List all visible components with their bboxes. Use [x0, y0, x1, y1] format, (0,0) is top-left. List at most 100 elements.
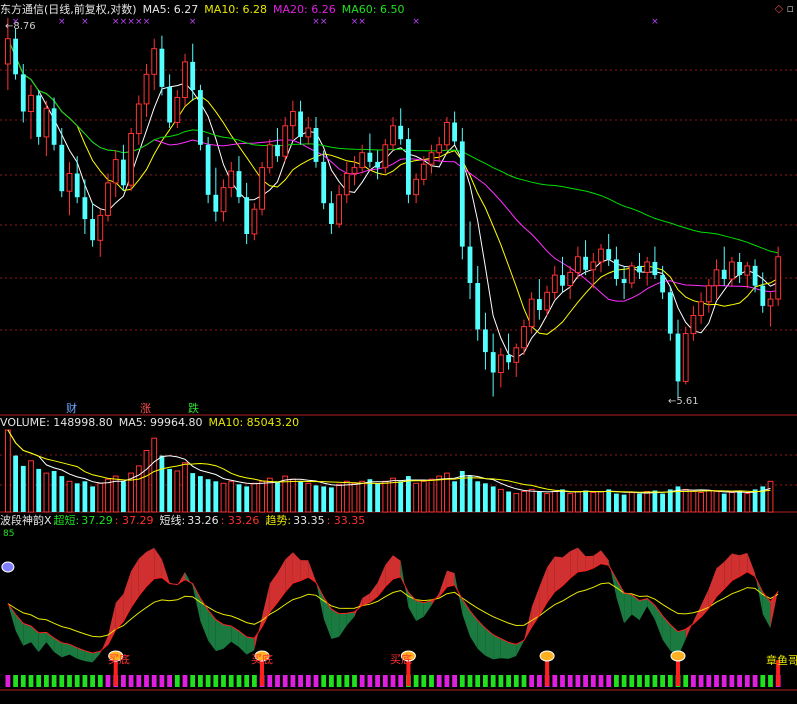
- candle-body: [121, 159, 126, 186]
- volume-bar: [628, 492, 635, 513]
- candle-body: [275, 144, 280, 157]
- indicator-ribbon: [577, 547, 586, 572]
- candle-body: [266, 144, 273, 169]
- duanxian-label: 短线:: [159, 514, 186, 527]
- signal-bar: [28, 675, 34, 687]
- candle-body: [551, 274, 558, 293]
- price-low-value: 5.61: [676, 396, 699, 407]
- candle-body: [506, 355, 511, 363]
- candle-body: [444, 122, 450, 146]
- diamond-icon[interactable]: ◇: [775, 2, 783, 15]
- candle-body: [205, 144, 211, 195]
- volume-bar: [621, 494, 627, 512]
- candle-body: [521, 326, 527, 349]
- volume-bar: [359, 480, 366, 513]
- signal-bar: [583, 675, 588, 687]
- signal-bar: [121, 675, 126, 687]
- candle-body: [713, 269, 720, 287]
- volume-bar: [382, 480, 389, 513]
- indicator-ribbon: [385, 555, 393, 587]
- signal-bar: [59, 675, 65, 687]
- indicator-ribbon: [716, 561, 725, 597]
- signal-bar: [490, 675, 496, 687]
- volume-bar: [436, 475, 443, 513]
- signal-bar: [667, 675, 673, 687]
- indicator-ribbon: [624, 592, 632, 624]
- candle-body: [375, 161, 380, 168]
- signal-bar: [20, 675, 26, 687]
- candle-body: [97, 214, 104, 241]
- signal-bar: [590, 675, 596, 687]
- cross-marker: ×: [312, 17, 320, 27]
- diamond-icon: [1, 561, 15, 573]
- signal-bar: [359, 675, 365, 687]
- signal-bar: [475, 675, 481, 687]
- volume-bar: [698, 492, 705, 513]
- volume-bar: [174, 470, 181, 513]
- candle-body: [767, 298, 774, 307]
- qushi-value-2: : 33.35: [326, 514, 366, 527]
- volume-ma5-legend: MA5: 99964.80: [118, 416, 203, 429]
- chart-title: 东方通信(日线,前复权,对数): [0, 3, 137, 16]
- candle-body: [467, 246, 473, 283]
- signal-bar: [644, 675, 650, 687]
- volume-bar: [290, 478, 296, 513]
- volume-bar: [420, 480, 427, 513]
- candle-body: [305, 127, 312, 138]
- signal-bar: [598, 675, 604, 687]
- candle-body: [228, 170, 235, 189]
- indicator-series: [7, 547, 779, 663]
- candle-body: [13, 38, 18, 75]
- volume-bar: [313, 485, 319, 512]
- volume-bar: [82, 481, 88, 513]
- signal-bar: [498, 675, 504, 687]
- volume-bar: [498, 488, 504, 513]
- signal-bar: [537, 675, 542, 687]
- indicator-ribbon: [416, 600, 424, 621]
- indicator-ribbon: [508, 642, 517, 659]
- candle-body: [513, 347, 520, 363]
- candle-body: [721, 269, 727, 279]
- candle-body: [128, 133, 134, 186]
- candlestick-series: [5, 18, 782, 398]
- cross-marker: ×: [358, 17, 366, 27]
- candle-body: [90, 219, 95, 241]
- volume-bar: [583, 490, 588, 512]
- volume-bar: [467, 476, 473, 512]
- volume-bar: [220, 482, 227, 513]
- cross-marker: ×: [112, 17, 120, 27]
- cross-marker: ×: [320, 17, 328, 27]
- volume-bar: [428, 478, 435, 513]
- signal-bar: [398, 675, 404, 687]
- signal-bar: [382, 675, 388, 687]
- candle-body: [351, 167, 358, 174]
- cross-marker: ×: [120, 17, 128, 27]
- volume-legend: VOLUME: 148998.80: [0, 416, 113, 429]
- signal-bar: [74, 675, 80, 687]
- event-label-cai[interactable]: 财: [66, 400, 77, 416]
- candle-body: [667, 292, 673, 334]
- indicator-ribbon: [601, 550, 609, 566]
- event-label-zhang[interactable]: 涨: [140, 400, 151, 416]
- volume-bar: [575, 491, 581, 513]
- volume-bar: [259, 480, 266, 513]
- indicator-ribbon: [331, 609, 340, 639]
- signal-bar: [298, 675, 303, 687]
- signal-bar: [429, 675, 434, 687]
- candle-body: [36, 95, 42, 137]
- volume-bars: [5, 429, 774, 513]
- signal-bar: [467, 675, 473, 687]
- volume-bar: [767, 480, 774, 513]
- volume-bar: [13, 455, 18, 512]
- signal-bar: [752, 675, 758, 687]
- candle-body: [390, 125, 396, 146]
- event-label-die[interactable]: 跌: [188, 400, 199, 416]
- cross-marker: ×: [189, 17, 197, 27]
- candle-body: [406, 139, 411, 195]
- indicator-ribbon: [570, 547, 578, 579]
- volume-bar: [236, 484, 242, 512]
- candle-body: [313, 128, 319, 162]
- volume-bar: [97, 482, 104, 513]
- square-icon[interactable]: ▫: [787, 2, 794, 15]
- signal-bar: [51, 675, 57, 687]
